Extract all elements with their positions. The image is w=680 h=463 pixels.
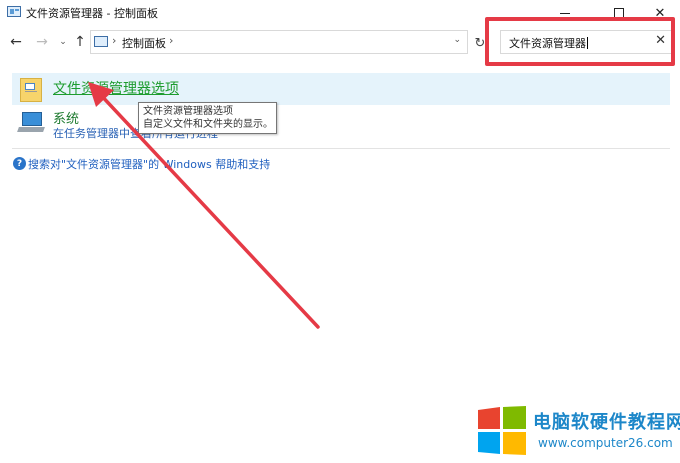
- forward-button[interactable]: →: [32, 32, 52, 52]
- refresh-icon: ↻: [474, 35, 486, 51]
- address-dropdown-icon[interactable]: ⌄: [453, 35, 461, 45]
- window-title: 文件资源管理器 - 控制面板: [26, 7, 158, 20]
- control-panel-icon: [7, 6, 21, 17]
- divider: [12, 148, 670, 149]
- breadcrumb-control-panel[interactable]: 控制面板: [122, 35, 166, 51]
- chevron-down-icon: ⌄: [59, 37, 67, 47]
- back-arrow-icon: ←: [10, 34, 22, 50]
- watermark-title: 电脑软硬件教程网: [533, 412, 680, 433]
- help-icon: ?: [13, 157, 26, 170]
- system-monitor-icon: [17, 112, 45, 132]
- breadcrumb-separator-icon[interactable]: ›: [169, 34, 173, 47]
- recent-locations-button[interactable]: ⌄: [56, 32, 70, 52]
- highlight-frame: [485, 17, 675, 66]
- minimize-icon: [560, 12, 570, 14]
- tooltip-title: 文件资源管理器选项: [143, 106, 233, 117]
- address-bar[interactable]: › 控制面板 › ⌄: [90, 30, 468, 54]
- watermark-url: www.computer26.com: [538, 436, 673, 450]
- up-button[interactable]: ↑: [72, 32, 88, 52]
- forward-arrow-icon: →: [36, 34, 48, 50]
- result-title-folder-options[interactable]: 文件资源管理器选项: [53, 78, 179, 98]
- windows-logo-icon: [478, 406, 526, 455]
- tooltip: 文件资源管理器选项 自定义文件和文件夹的显示。: [138, 102, 277, 134]
- up-arrow-icon: ↑: [74, 34, 86, 50]
- folder-options-icon: [20, 78, 42, 102]
- control-panel-small-icon: [94, 36, 108, 47]
- back-button[interactable]: ←: [6, 32, 26, 52]
- breadcrumb-separator-icon[interactable]: ›: [112, 34, 116, 47]
- help-support-link[interactable]: 搜索对"文件资源管理器"的 Windows 帮助和支持: [28, 156, 270, 172]
- annotation-arrow: [88, 82, 320, 329]
- tooltip-description: 自定义文件和文件夹的显示。: [143, 119, 273, 130]
